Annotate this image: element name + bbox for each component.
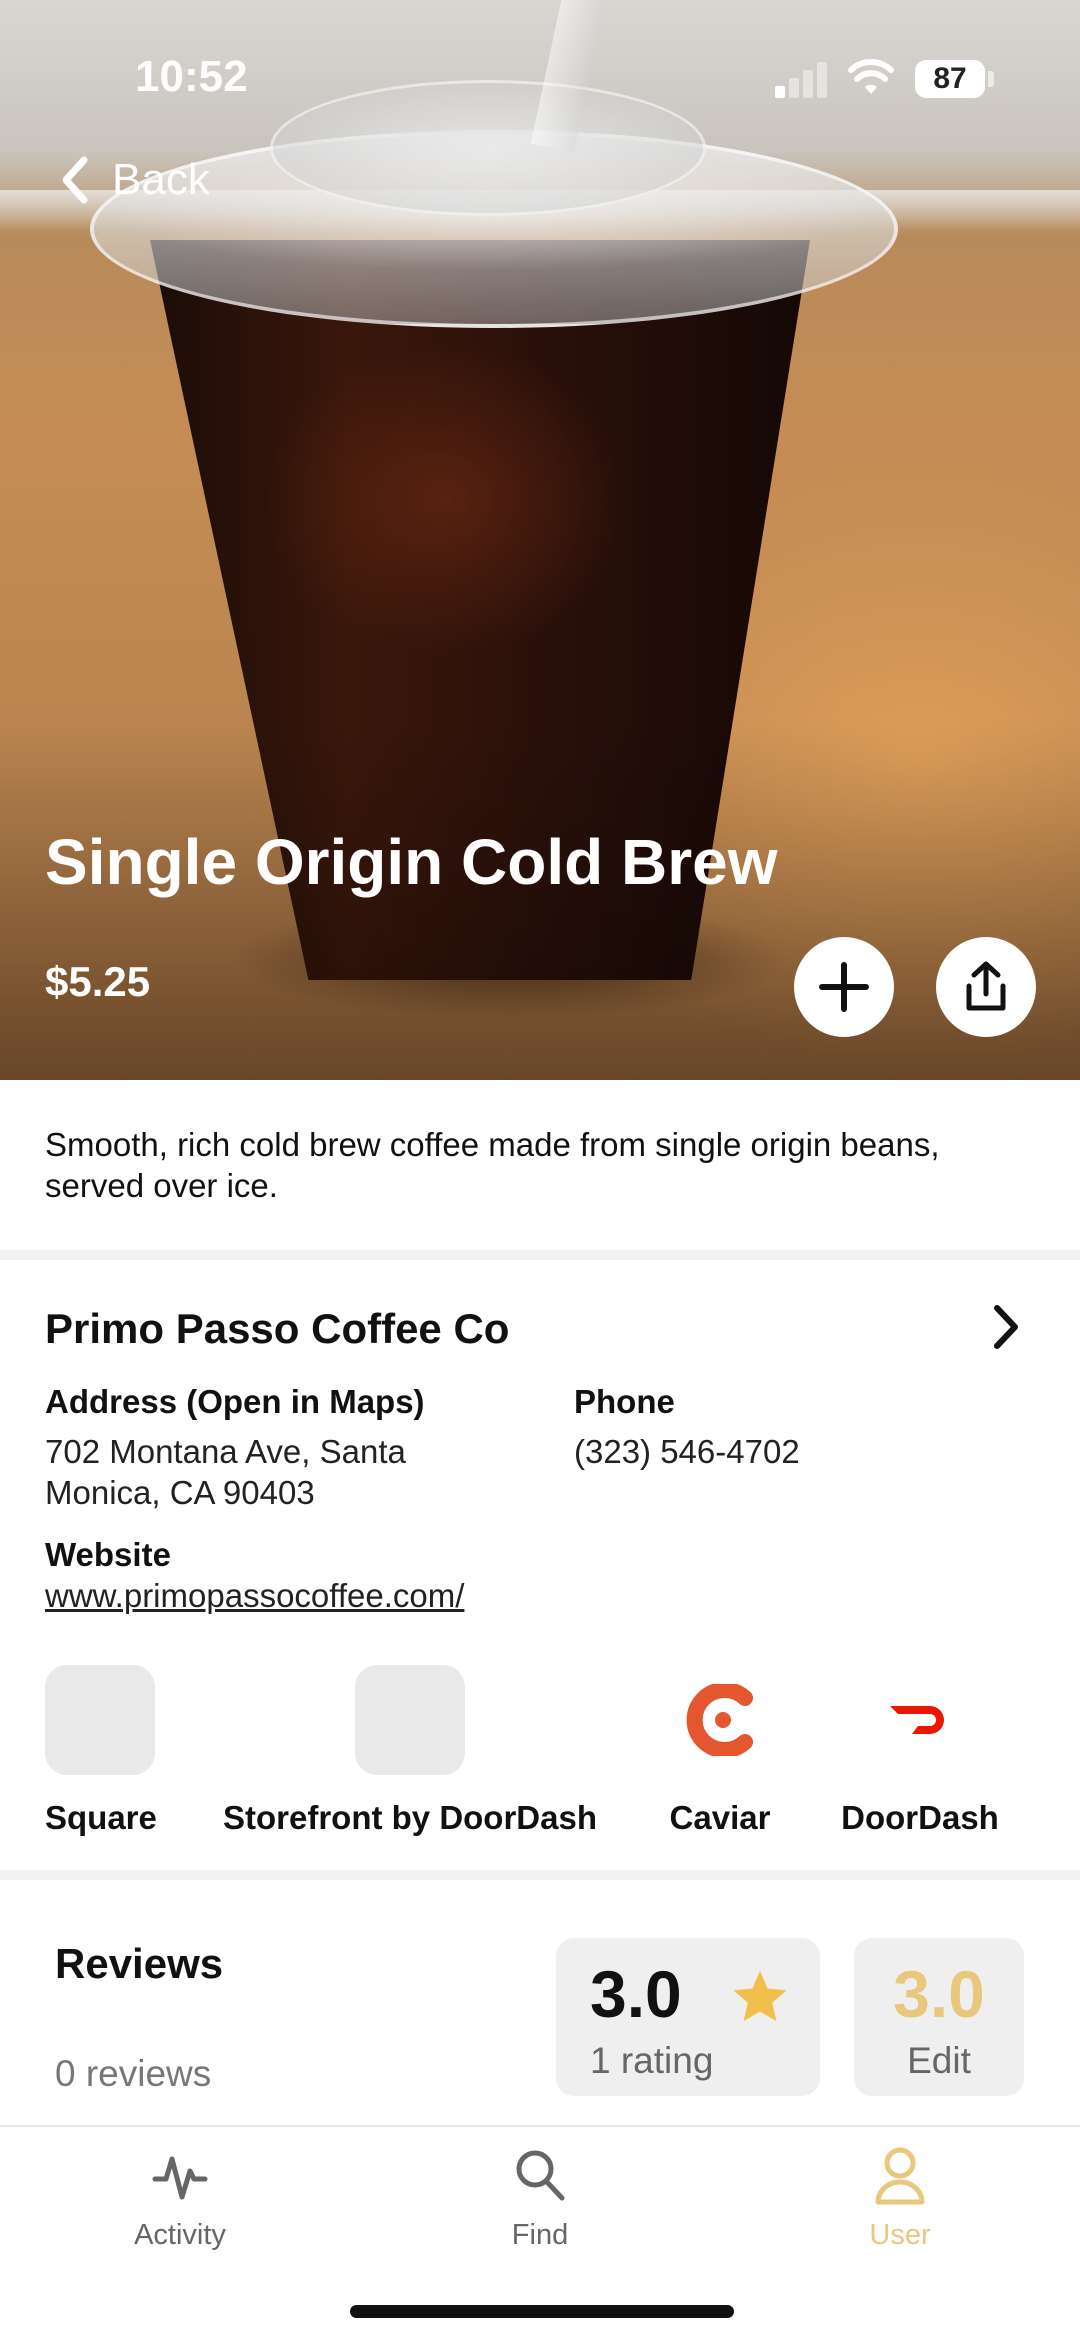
my-rating-value: 3.0 [893,1957,985,2031]
item-price: $5.25 [45,958,151,1005]
star-icon [733,1971,787,2022]
address-line-2[interactable]: Monica, CA 90403 [45,1472,315,1513]
share-icon [966,961,1006,1011]
share-button[interactable] [936,937,1036,1037]
chevron-right-icon[interactable] [985,1302,1025,1352]
rating-count: 1 rating [590,2040,714,2081]
reviews-count[interactable]: 0 reviews [55,2053,211,2095]
back-label: Back [112,155,210,204]
storefront-logo-placeholder [355,1665,465,1775]
section-divider [0,1870,1080,1880]
phone-label: Phone [574,1383,675,1420]
partner-storefront[interactable]: Storefront by DoorDash [220,1665,600,1837]
battery-indicator: 87 [915,60,985,98]
tab-find[interactable]: Find [440,2145,640,2252]
address-label[interactable]: Address (Open in Maps) [45,1383,425,1421]
partner-label: DoorDash [841,1799,999,1836]
doordash-logo [865,1665,975,1775]
square-logo-placeholder [45,1665,155,1775]
shop-name[interactable]: Primo Passo Coffee Co [45,1305,509,1353]
website-label: Website [45,1536,171,1573]
partner-label: Storefront by DoorDash [222,1799,598,1836]
photo-gradient-overlay [0,720,1080,1080]
back-button[interactable]: Back [60,150,210,210]
phone-number[interactable]: (323) 546-4702 [574,1431,800,1472]
cup-lid-dome [270,80,706,216]
partner-label: Square [45,1799,157,1836]
add-button[interactable] [794,937,894,1037]
edit-label: Edit [907,2040,971,2081]
section-divider [0,1250,1080,1260]
partner-doordash[interactable]: DoorDash [840,1665,1000,1837]
home-indicator [350,2305,734,2318]
plus-icon [819,962,869,1012]
wifi-icon [848,59,894,94]
item-description: Smooth, rich cold brew coffee made from … [45,1126,940,1204]
caviar-logo [665,1665,775,1775]
partner-label: Caviar [669,1799,771,1836]
user-icon [875,2147,925,2205]
status-time: 10:52 [135,52,248,101]
tab-label: Activity [134,2219,226,2251]
chevron-left-icon [62,156,88,204]
average-rating-card: 3.0 1 rating [556,1938,820,2096]
search-icon [516,2150,565,2201]
tab-label: Find [511,2219,569,2251]
average-rating-value: 3.0 [590,1957,682,2031]
partner-square[interactable]: Square [45,1665,157,1837]
cellular-signal-icon [775,60,831,98]
reviews-title: Reviews [55,1940,224,1987]
item-title: Single Origin Cold Brew [45,826,778,898]
tab-label: User [869,2219,931,2251]
address-line-1[interactable]: 702 Montana Ave, Santa [45,1431,406,1472]
edit-rating-button[interactable]: 3.0 Edit [854,1938,1024,2096]
activity-icon [152,2156,208,2200]
battery-tip [988,71,994,87]
website-link[interactable]: www.primopassocoffee.com/ [45,1575,464,1616]
tab-activity[interactable]: Activity [80,2145,280,2252]
partner-caviar[interactable]: Caviar [660,1665,780,1837]
tab-user[interactable]: User [800,2145,1000,2252]
